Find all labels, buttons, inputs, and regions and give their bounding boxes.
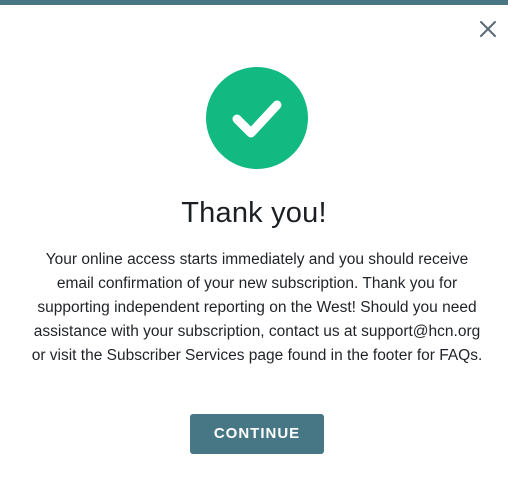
thank-you-dialog: Thank you! Your online access starts imm… bbox=[0, 0, 508, 482]
close-button[interactable] bbox=[478, 19, 498, 39]
dialog-title: Thank you! bbox=[181, 197, 327, 229]
close-icon bbox=[480, 21, 496, 37]
success-checkmark-icon bbox=[206, 67, 308, 169]
dialog-message: Your online access starts immediately an… bbox=[31, 251, 483, 364]
continue-button[interactable]: CONTINUE bbox=[190, 414, 324, 454]
